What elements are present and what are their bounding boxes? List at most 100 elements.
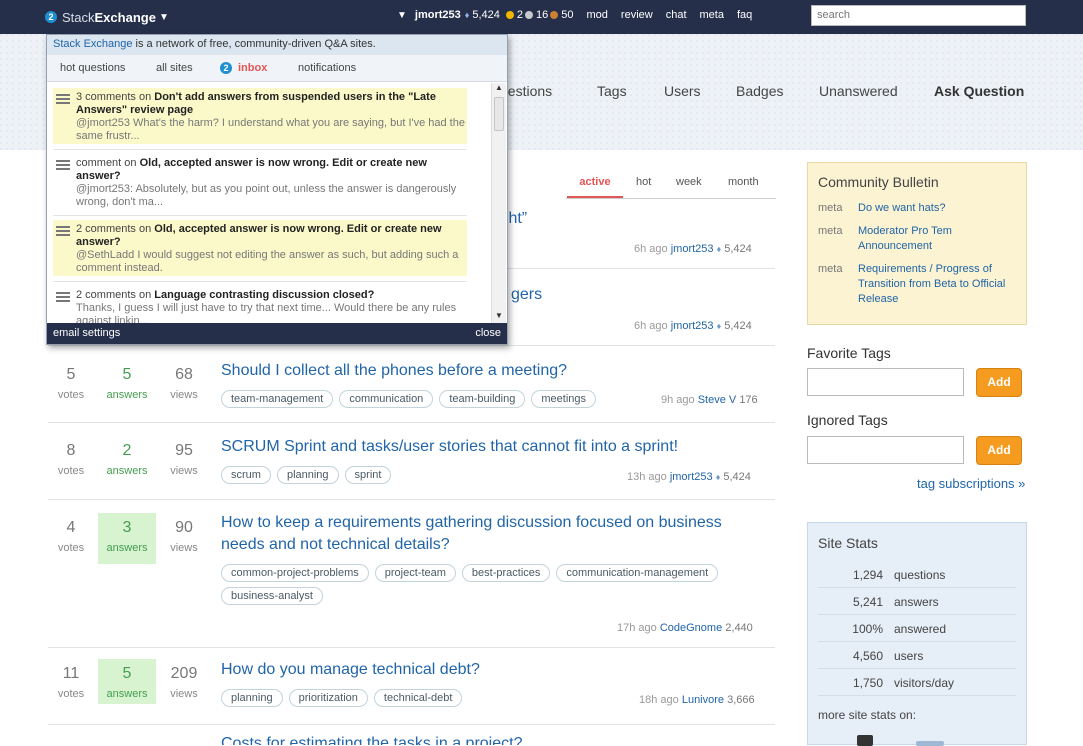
tag[interactable]: prioritization [288, 689, 368, 707]
inbox-item[interactable]: comment on Old, accepted answer is now w… [53, 154, 467, 210]
logo-stack: Stack [62, 9, 95, 25]
question-time: 6h ago [634, 320, 668, 332]
tab-inbox[interactable]: 2 inbox [220, 62, 267, 74]
question-user-rep: 176 [739, 394, 758, 406]
tag[interactable]: technical-debt [373, 689, 463, 707]
comment-icon [56, 292, 70, 304]
question-title[interactable]: How do you manage technical debt? [221, 659, 480, 681]
inbox-item-title: 2 comments on Old, accepted answer is no… [76, 223, 442, 248]
stackexchange-menu[interactable]: 2 Stack Exchange ▼ [45, 8, 169, 26]
inbox-item-body: Thanks, I guess I will just have to try … [76, 302, 457, 323]
scroll-thumb[interactable] [494, 97, 504, 131]
comment-icon [56, 226, 70, 238]
question-title[interactable]: gers [511, 284, 542, 306]
question-title[interactable]: Should I collect all the phones before a… [221, 360, 567, 382]
tag[interactable]: project-team [374, 564, 456, 582]
nav-tags[interactable]: Tags [597, 83, 627, 99]
tag[interactable]: sprint [344, 466, 392, 484]
tab-month[interactable]: month [728, 176, 759, 188]
chevron-down-icon[interactable]: ▼ [397, 10, 407, 21]
tag[interactable]: communication [339, 390, 434, 408]
question-user[interactable]: Lunivore [682, 694, 724, 706]
gold-badge-icon [505, 11, 514, 19]
search-input[interactable]: search [811, 5, 1026, 26]
ignored-tags-label: Ignored Tags [807, 412, 888, 428]
site-stats: Site Stats 1,294 questions 5,241 answers 1… [807, 522, 1027, 746]
gold-count: 2 [516, 9, 524, 21]
site-icon[interactable] [857, 735, 873, 746]
tag[interactable]: business-analyst [221, 587, 323, 605]
diamond-icon: ♦ [716, 321, 722, 331]
add-ignored-tag-button[interactable]: Add [976, 436, 1022, 465]
stackexchange-link[interactable]: Stack Exchange [53, 38, 133, 50]
dropdown-header-text: is a network of free, community-driven Q… [132, 38, 376, 50]
add-favorite-tag-button[interactable]: Add [976, 368, 1022, 397]
question-title[interactable]: Costs for estimating the tasks in a proj… [221, 733, 522, 745]
link-meta[interactable]: meta [700, 9, 724, 21]
tab-all-sites[interactable]: all sites [156, 62, 193, 74]
link-review[interactable]: review [621, 9, 653, 21]
ignored-tags-input[interactable] [807, 436, 964, 464]
scroll-down-icon[interactable]: ▼ [492, 311, 506, 323]
scroll-up-icon[interactable]: ▲ [492, 83, 506, 95]
tag[interactable]: planning [221, 689, 283, 707]
inbox-item-body: @jmort253: Absolutely, but as you point … [76, 183, 457, 208]
stat-row: 1,294 questions [818, 561, 1016, 588]
question-user[interactable]: jmort253 [671, 320, 714, 332]
link-faq[interactable]: faq [737, 9, 752, 21]
inbox-item[interactable]: 2 comments on Old, accepted answer is no… [53, 220, 467, 276]
inbox-item[interactable]: 2 comments on Language contrasting discu… [53, 286, 467, 323]
question-summary: 8 votes 2 answers 95 views SCRUM Sprint and… [48, 424, 775, 500]
tag[interactable]: scrum [221, 466, 271, 484]
reputation: 5,424 [472, 9, 500, 21]
tag-subscriptions-link[interactable]: tag subscriptions » [917, 476, 1025, 491]
inbox-item-title: 3 comments on Don't add answers from sus… [76, 91, 436, 116]
question-user[interactable]: jmort253 [670, 471, 713, 483]
stat-row: 1,750 visitors/day [818, 669, 1016, 696]
nav-ask-question[interactable]: Ask Question [934, 83, 1024, 99]
stats-link-bar[interactable] [916, 741, 944, 746]
question-title[interactable]: How to keep a requirements gathering dis… [221, 512, 761, 556]
nav-users[interactable]: Users [664, 83, 701, 99]
nav-badges[interactable]: Badges [736, 83, 783, 99]
username-link[interactable]: jmort253 [415, 9, 461, 21]
question-meta: 18h ago Lunivore 3,666 [639, 694, 755, 706]
link-mod[interactable]: mod [587, 9, 608, 21]
close-link[interactable]: close [475, 327, 501, 339]
question-meta: 6h ago jmort253 ♦ 5,424 [634, 320, 752, 332]
stat-row: 5,241 answers [818, 588, 1016, 615]
tag[interactable]: planning [276, 466, 339, 484]
question-title[interactable]: SCRUM Sprint and tasks/user stories that… [221, 436, 678, 458]
diamond-icon: ♦ [716, 244, 722, 254]
favorite-tags-input[interactable] [807, 368, 964, 396]
comment-icon [56, 160, 70, 172]
scrollbar[interactable]: ▲ ▼ [491, 83, 506, 323]
tab-notifications[interactable]: notifications [298, 62, 356, 74]
nav-unanswered[interactable]: Unanswered [819, 83, 898, 99]
question-user[interactable]: CodeGnome [660, 622, 722, 634]
tag[interactable]: meetings [531, 390, 596, 408]
dropdown-header: Stack Exchange is a network of free, com… [47, 35, 507, 55]
link-chat[interactable]: chat [666, 9, 687, 21]
bulletin-title: Community Bulletin [818, 174, 939, 190]
question-user[interactable]: Steve V [698, 394, 737, 406]
tag[interactable]: team-building [439, 390, 526, 408]
question-user[interactable]: jmort253 [671, 243, 714, 255]
view-count: 90 views [170, 519, 198, 554]
tab-week[interactable]: week [676, 176, 702, 188]
tab-active[interactable]: active [567, 170, 623, 198]
question-time: 17h ago [617, 622, 657, 634]
top-bar: 2 Stack Exchange ▼ ▼ jmort253 ♦ 5,424 2 1… [0, 0, 1083, 34]
stat-row: 4,560 users [818, 642, 1016, 669]
tag[interactable]: best-practices [461, 564, 551, 582]
question-summary: 4 votes 3 answers 90 views How to keep a re… [48, 501, 775, 648]
tab-hot[interactable]: hot [636, 176, 651, 188]
email-settings-link[interactable]: email settings [53, 327, 120, 339]
tab-hot-questions[interactable]: hot questions [60, 62, 125, 74]
vote-count: 4 votes [57, 519, 85, 554]
tag[interactable]: common-project-problems [221, 564, 369, 582]
question-user-rep: 3,666 [727, 694, 755, 706]
tag[interactable]: communication-management [556, 564, 719, 582]
tag[interactable]: team-management [221, 390, 334, 408]
inbox-item[interactable]: 3 comments on Don't add answers from sus… [53, 88, 467, 144]
